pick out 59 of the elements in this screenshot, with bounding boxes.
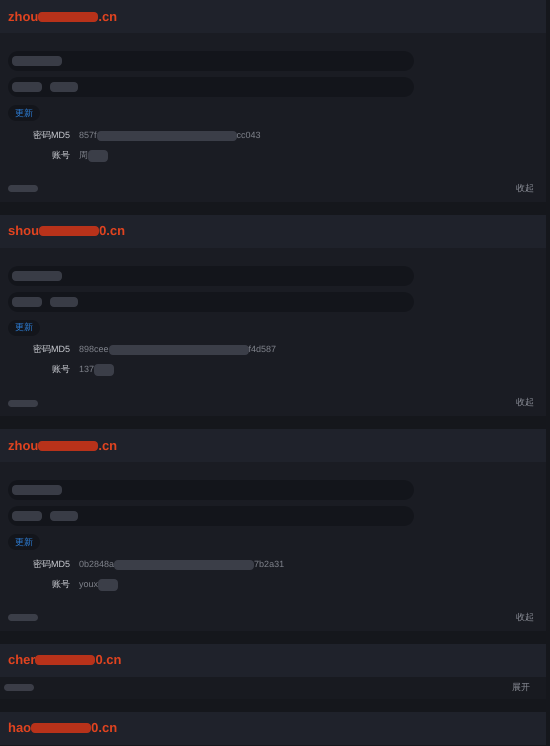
redaction-mark [38, 12, 98, 22]
redaction-mark [50, 296, 78, 306]
redaction-mark [12, 511, 42, 521]
redaction-mark [12, 485, 62, 495]
md5-label: 密码MD5 [32, 343, 70, 356]
md5-start: 0b2848a [79, 558, 114, 571]
redaction-mark [8, 185, 38, 192]
account-label: 账号 [51, 148, 70, 162]
domain-end: 0.cn [95, 651, 122, 670]
redaction-mark [50, 511, 78, 521]
redaction-mark [8, 614, 38, 621]
input-field[interactable] [8, 480, 414, 500]
domain-end: 0.cn [91, 719, 118, 738]
redaction-mark [50, 82, 78, 92]
md5-end: 7b2a31 [254, 558, 284, 571]
md5-label: 密码MD5 [32, 558, 70, 571]
collapse-toggle[interactable]: 收起 [516, 182, 538, 196]
input-field[interactable] [8, 51, 414, 71]
expand-toggle[interactable]: 展开 [512, 680, 542, 694]
domain-start: cher [8, 651, 36, 670]
redaction-mark [12, 270, 62, 280]
md5-label: 密码MD5 [32, 128, 70, 142]
input-field[interactable] [8, 266, 414, 286]
domain-end: .cn [98, 8, 118, 26]
redaction-mark [12, 82, 42, 92]
domain-end: .cn [98, 436, 118, 455]
domain-start: zhou [8, 436, 38, 455]
collapse-toggle[interactable]: 收起 [516, 610, 538, 624]
domain-start: zhou [8, 8, 38, 26]
collapse-toggle[interactable]: 收起 [516, 396, 538, 410]
md5-start: 857f [79, 128, 97, 142]
domain-start: hao [8, 719, 32, 738]
redaction-mark [35, 655, 96, 665]
account-label: 账号 [51, 578, 70, 591]
domain-end: 0.cn [99, 222, 126, 240]
redaction-mark [94, 364, 114, 376]
md5-end: cc043 [236, 128, 261, 142]
domain-start: shou [8, 222, 40, 240]
input-field[interactable] [8, 506, 414, 526]
update-button[interactable]: 更新 [8, 320, 40, 336]
account-value: 周 [79, 148, 88, 162]
redaction-mark [12, 56, 62, 66]
input-field[interactable] [8, 292, 414, 312]
md5-start: 898cee [79, 343, 109, 356]
redaction-mark [98, 578, 118, 590]
redaction-mark [88, 150, 108, 162]
update-button[interactable]: 更新 [8, 534, 40, 550]
update-button[interactable]: 更新 [8, 105, 40, 121]
account-value: youx [79, 578, 98, 591]
input-field[interactable] [8, 77, 414, 97]
account-value: 137 [79, 363, 94, 376]
redaction-mark [8, 400, 38, 406]
redaction-mark [38, 440, 98, 450]
redaction-mark [4, 684, 34, 691]
redaction-mark [31, 723, 92, 733]
redaction-mark [39, 226, 100, 236]
account-label: 账号 [51, 363, 70, 376]
md5-end: f4d587 [248, 343, 276, 356]
redaction-mark [12, 296, 42, 306]
